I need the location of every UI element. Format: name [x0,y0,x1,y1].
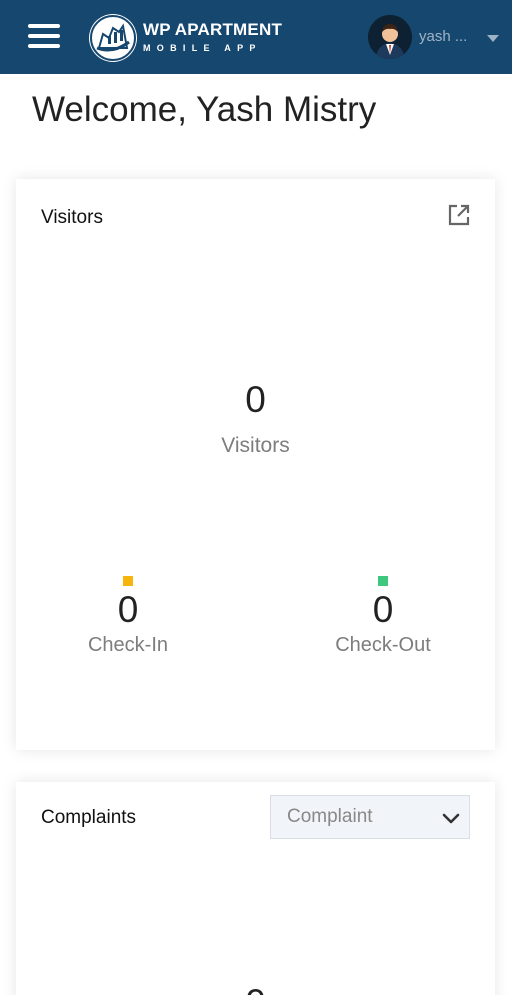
complaints-total-value: 0 [16,982,495,995]
checkout-stat: 0 Check-Out [303,576,463,657]
top-navbar: WP APARTMENT MOBILE APP yash ... [0,0,512,74]
checkin-label: Check-In [87,634,169,656]
complaints-card-title: Complaints [41,807,137,828]
complaint-type-select[interactable]: Complaint [270,795,470,839]
checkin-value: 0 [117,589,139,630]
checkin-stat: 0 Check-In [48,576,208,657]
brand-subtitle: MOBILE APP [143,43,262,53]
visitors-total-value: 0 [245,379,266,420]
complaints-card: Complaints Complaint 0 [16,782,495,995]
visitors-total-label: Visitors [221,434,290,457]
app-logo [89,14,137,62]
visitors-card-title: Visitors [41,207,103,228]
brand-title: WP APARTMENT [143,20,283,39]
checkout-value: 0 [372,589,394,630]
menu-icon[interactable] [28,24,60,50]
chevron-down-icon [487,35,499,42]
user-name: yash ... [419,28,468,45]
brand-text: WP APARTMENT MOBILE APP [143,20,282,54]
complaint-type-value: Complaint [287,806,373,827]
page-title: Welcome, Yash Mistry [32,90,377,129]
main-content: Welcome, Yash Mistry Visitors 0 Visitors… [0,74,512,995]
checkout-indicator [378,576,388,586]
external-link-icon[interactable] [447,203,471,227]
visitors-card: Visitors 0 Visitors 0 Check-In 0 Check-O… [16,179,495,750]
checkout-label: Check-Out [335,634,431,656]
user-menu[interactable]: yash ... [368,15,508,59]
checkin-indicator [123,576,133,586]
avatar [368,15,412,59]
chevron-down-icon [442,813,460,824]
